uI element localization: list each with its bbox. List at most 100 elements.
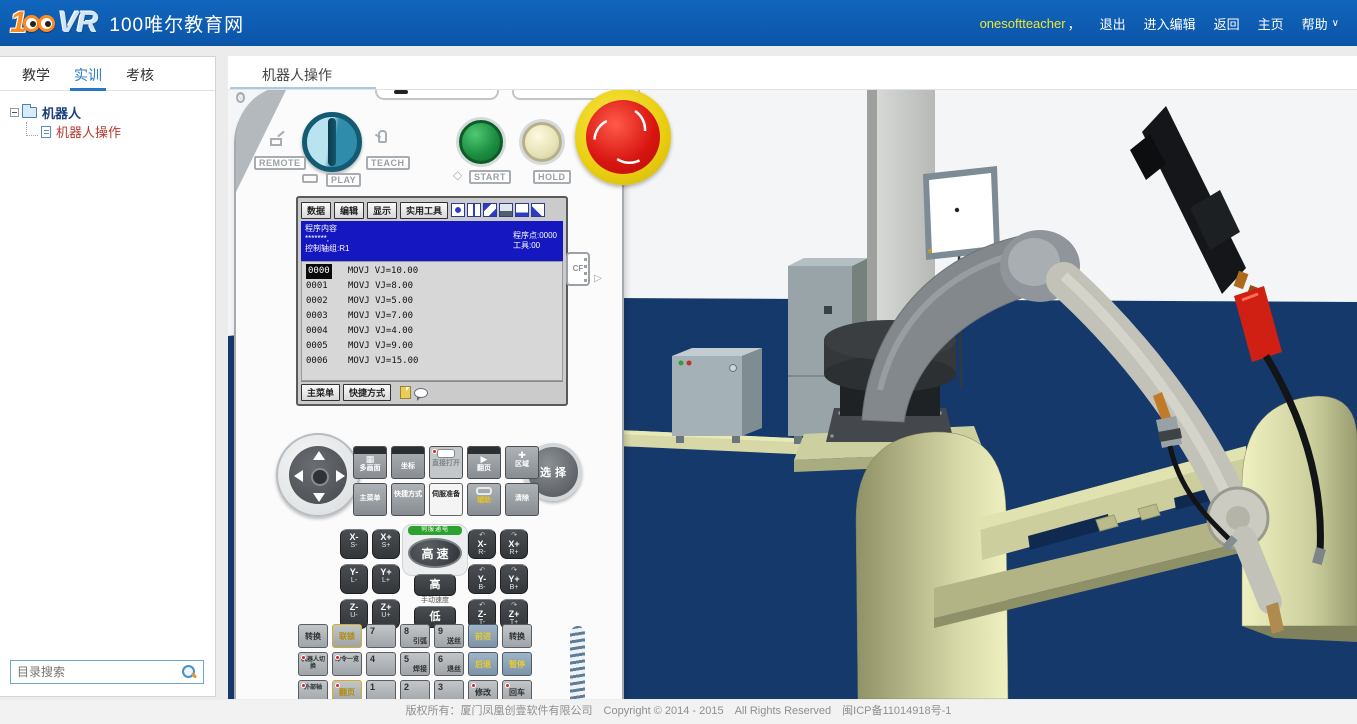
username[interactable]: onesoftteacher [980, 16, 1066, 31]
shift-key[interactable]: 转换 [502, 624, 532, 648]
axis-key[interactable]: ↶X-R- [468, 529, 496, 559]
tab-teaching[interactable]: 教学 [10, 57, 62, 90]
key-9-wire-feed[interactable]: 9送丝 [434, 624, 464, 648]
axis-key[interactable]: ↷Y+B+ [500, 564, 528, 594]
main-panel: 机器人操作 [228, 56, 1357, 699]
shift-key[interactable]: 转换 [298, 624, 328, 648]
program-line[interactable]: 0000MOVJ VJ=10.00 [306, 264, 558, 279]
chevron-down-icon[interactable]: ∨ [1332, 18, 1339, 29]
menu-display-button[interactable]: 显示 [367, 202, 397, 219]
toolbar-icon-5[interactable] [515, 203, 529, 217]
pause-key[interactable]: 暂停 [502, 652, 532, 676]
document-icon[interactable] [400, 386, 411, 399]
command-list-key[interactable]: 命令一览 [332, 652, 362, 676]
logout-link[interactable]: 退出 [1100, 14, 1126, 33]
main-menu-softkey[interactable]: 主菜单 [301, 384, 340, 401]
tab-assessment[interactable]: 考核 [114, 57, 166, 90]
toolbar-icon-6[interactable] [531, 203, 545, 217]
start-button[interactable] [459, 120, 503, 164]
folder-icon [22, 107, 37, 118]
speed-up-key[interactable]: 高 [414, 574, 456, 596]
multi-screen-key[interactable]: ▦多画面 [353, 446, 387, 479]
shortcut-key[interactable]: 快捷方式 [391, 483, 425, 516]
external-axis-key[interactable]: 外部轴 [298, 680, 328, 699]
axis-key[interactable]: X+S+ [372, 529, 400, 559]
coordinate-key[interactable]: 坐标 [391, 446, 425, 479]
key-5-weld[interactable]: 5焊接 [400, 652, 430, 676]
program-line[interactable]: 0002MOVJ VJ=5.00 [306, 294, 558, 309]
page-key[interactable]: ▶翻页 [467, 446, 501, 479]
help-link[interactable]: 帮助 [1302, 14, 1328, 33]
tree-node-robot[interactable]: 机器人 [10, 103, 215, 122]
program-line[interactable]: 0004MOVJ VJ=4.00 [306, 324, 558, 339]
enter-edit-link[interactable]: 进入编辑 [1144, 14, 1196, 33]
program-line[interactable]: 0005MOVJ VJ=9.00 [306, 339, 558, 354]
collapse-icon[interactable] [10, 108, 19, 117]
clear-key[interactable]: 清除 [505, 483, 539, 516]
area-key[interactable]: ✚区域 [505, 446, 539, 479]
key-8-arc-on[interactable]: 8引弧 [400, 624, 430, 648]
high-speed-key[interactable]: 高速 [408, 538, 462, 568]
modify-key[interactable]: 修改 [468, 680, 498, 699]
robot-switch-key[interactable]: 机器人切换 [298, 652, 328, 676]
toolbar-icon-4[interactable] [499, 203, 513, 217]
sidebar: 教学 实训 考核 机器人 机器人操作 [0, 56, 216, 697]
forward-key[interactable]: 前进 [468, 624, 498, 648]
dpad-center[interactable] [311, 468, 329, 486]
servo-ready-key[interactable]: 伺服准备 [429, 483, 463, 516]
toolbar-icon-2[interactable] [467, 203, 481, 217]
menu-utility-button[interactable]: 实用工具 [400, 202, 448, 219]
home-link[interactable]: 主页 [1258, 14, 1284, 33]
emergency-stop-button[interactable] [575, 90, 671, 185]
program-point: 程序点:0000 [513, 231, 557, 241]
toolbar-icon-1[interactable] [451, 203, 465, 217]
search-icon[interactable] [181, 664, 197, 680]
program-line[interactable]: 0003MOVJ VJ=7.00 [306, 309, 558, 324]
interlock-key[interactable]: 联锁 [332, 624, 362, 648]
key-1[interactable]: 1 [366, 680, 396, 699]
page-turn-key[interactable]: 翻页 [332, 680, 362, 699]
key-4[interactable]: 4 [366, 652, 396, 676]
search-input[interactable] [11, 665, 181, 679]
enter-key[interactable]: 回车 [502, 680, 532, 699]
key-7[interactable]: 7 [366, 624, 396, 648]
tree-child-label[interactable]: 机器人操作 [56, 122, 121, 141]
axis-key[interactable]: ↶Y-B- [468, 564, 496, 594]
content-tab-robot-operation[interactable]: 机器人操作 [262, 65, 332, 85]
axis-key[interactable]: Y+L+ [372, 564, 400, 594]
arrow-down-icon[interactable] [313, 493, 325, 502]
menu-edit-button[interactable]: 编辑 [334, 202, 364, 219]
remote-label: REMOTE [254, 156, 306, 170]
mode-select-knob[interactable] [302, 112, 362, 172]
arrow-right-icon[interactable] [336, 470, 345, 482]
program-list[interactable]: 0000MOVJ VJ=10.00 0001MOVJ VJ=8.00 0002M… [301, 261, 563, 381]
arrow-left-icon[interactable] [294, 470, 303, 482]
shortcut-softkey[interactable]: 快捷方式 [343, 384, 391, 401]
program-line[interactable]: 0001MOVJ VJ=8.00 [306, 279, 558, 294]
hold-label: HOLD [533, 170, 571, 184]
arrow-up-icon[interactable] [313, 451, 325, 460]
simulation-viewport[interactable]: REMOTE TEACH PLAY ◇ START ▽ HOLD [228, 90, 1357, 699]
direct-open-key[interactable]: 直接打开 [429, 446, 463, 479]
speech-bubble-icon[interactable] [414, 388, 428, 398]
hold-button[interactable] [522, 122, 562, 162]
tree-node-robot-operation[interactable]: 机器人操作 [10, 122, 215, 141]
axis-key[interactable]: Y-L- [340, 564, 368, 594]
key-6-wire-retract[interactable]: 6退丝 [434, 652, 464, 676]
axis-key[interactable]: ↷X+R+ [500, 529, 528, 559]
cursor-dpad[interactable] [276, 433, 360, 517]
menu-data-button[interactable]: 数据 [301, 202, 331, 219]
back-link[interactable]: 返回 [1214, 14, 1240, 33]
site-logo[interactable]: 1 VR [10, 6, 97, 40]
pendant-cable-coil [570, 625, 585, 699]
key-2[interactable]: 2 [400, 680, 430, 699]
key-3[interactable]: 3 [434, 680, 464, 699]
program-line[interactable]: 0006MOVJ VJ=15.00 [306, 354, 558, 369]
toolbar-icon-3[interactable] [483, 203, 497, 217]
backward-key[interactable]: 后退 [468, 652, 498, 676]
tree-root-label[interactable]: 机器人 [42, 103, 81, 122]
tab-training[interactable]: 实训 [62, 57, 114, 90]
main-menu-key[interactable]: 主菜单 [353, 483, 387, 516]
assist-key[interactable]: 辅助 [467, 483, 501, 516]
axis-key[interactable]: X-S- [340, 529, 368, 559]
